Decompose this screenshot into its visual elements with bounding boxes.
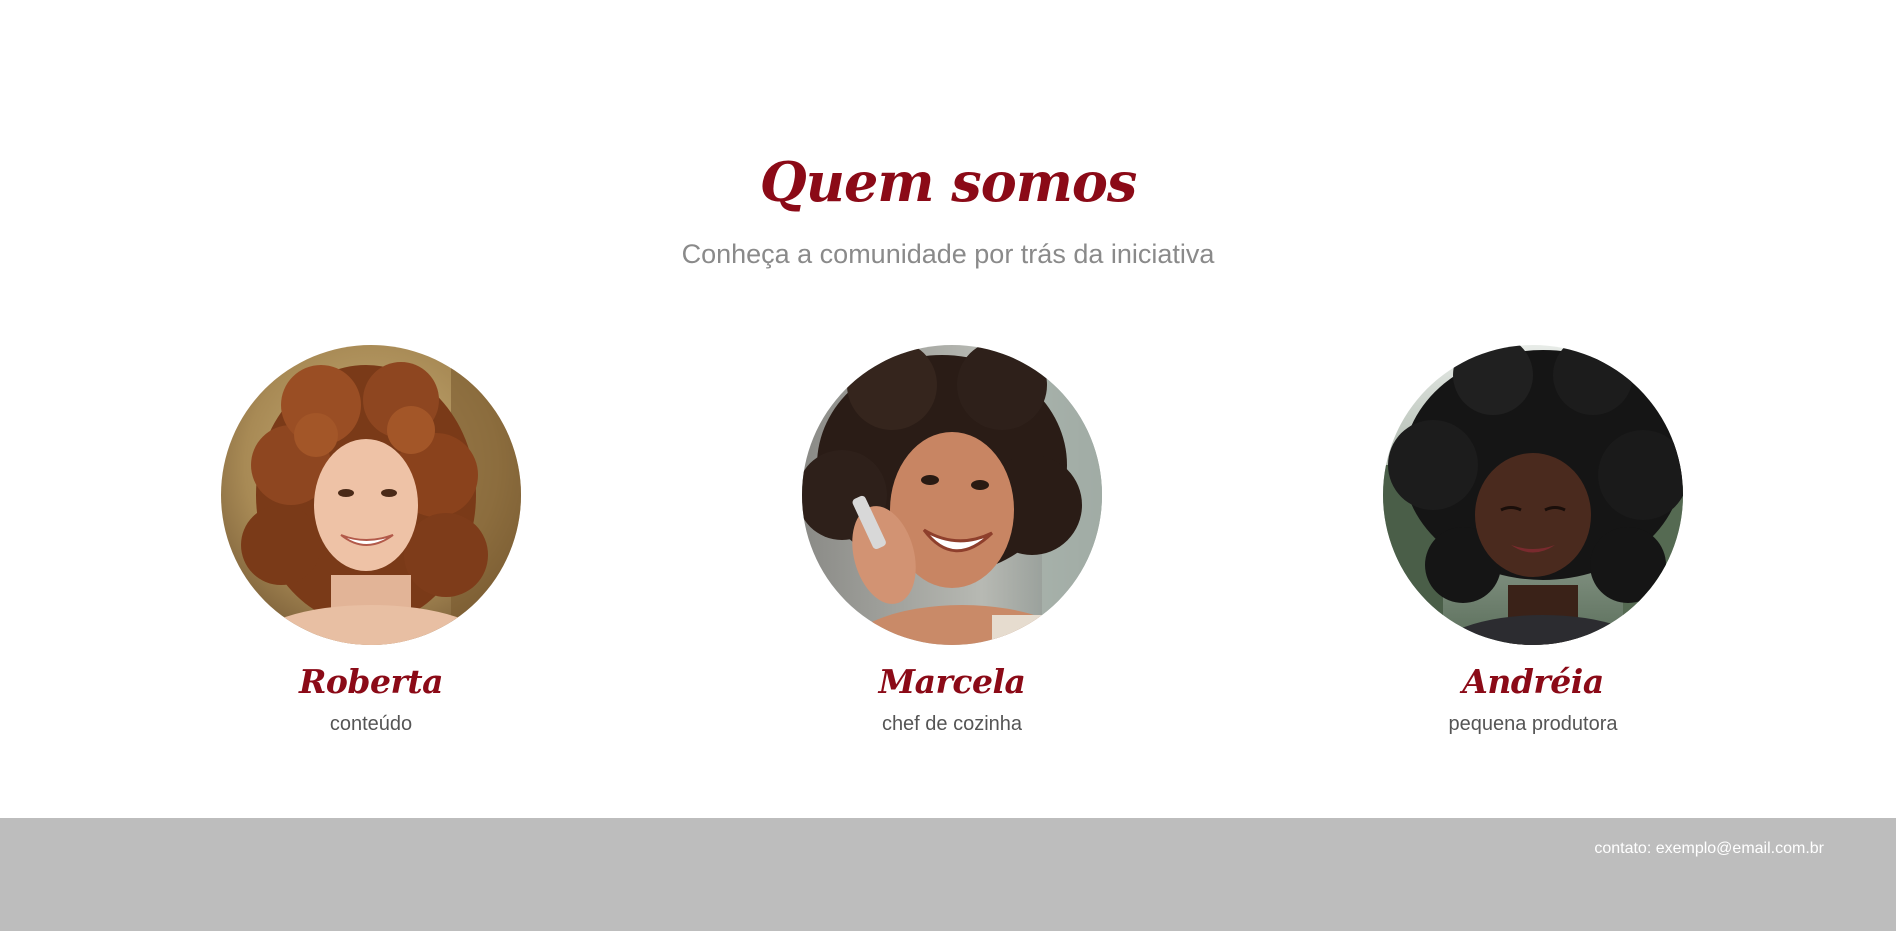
member-role: conteúdo bbox=[329, 713, 413, 735]
avatar-andreia bbox=[1383, 345, 1683, 645]
about-section: Quem somos Conheça a comunidade por trás… bbox=[0, 0, 1896, 818]
member-card-andreia: Andréia pequena produtora bbox=[1333, 345, 1733, 737]
member-name: Marcela bbox=[878, 662, 1026, 701]
page: Quem somos Conheça a comunidade por trás… bbox=[0, 0, 1896, 931]
section-subtitle: Conheça a comunidade por trás da iniciat… bbox=[681, 239, 1215, 269]
footer: contato: exemplo@email.com.br bbox=[0, 818, 1896, 931]
member-name: Andréia bbox=[1462, 662, 1604, 701]
avatar-roberta bbox=[221, 345, 521, 645]
avatar-marcela bbox=[802, 345, 1102, 645]
woman-on-phone-photo bbox=[802, 345, 1102, 645]
woman-dark-curly-hair-photo bbox=[1383, 345, 1683, 645]
footer-contact-email[interactable]: contato: exemplo@email.com.br bbox=[1594, 840, 1824, 858]
woman-curly-red-hair-photo bbox=[221, 345, 521, 645]
section-title: Quem somos bbox=[759, 150, 1138, 214]
member-card-marcela: Marcela chef de cozinha bbox=[752, 345, 1152, 737]
member-role: chef de cozinha bbox=[881, 713, 1023, 735]
member-name: Roberta bbox=[298, 662, 444, 701]
member-card-roberta: Roberta conteúdo bbox=[171, 345, 571, 737]
member-role: pequena produtora bbox=[1448, 713, 1618, 735]
